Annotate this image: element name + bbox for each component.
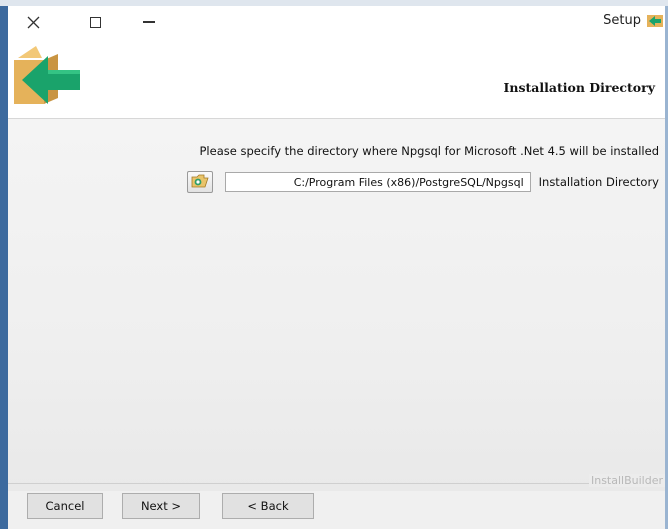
- cancel-button[interactable]: Cancel: [27, 493, 103, 519]
- minimize-icon: [143, 21, 155, 23]
- close-icon: [27, 16, 40, 29]
- setup-app-icon: [647, 13, 663, 29]
- close-button[interactable]: [10, 6, 56, 38]
- next-button[interactable]: Next >: [122, 493, 200, 519]
- folder-browse-icon: [191, 173, 209, 192]
- minimize-button[interactable]: [126, 6, 172, 38]
- content-area: Please specify the directory where Npgsq…: [8, 119, 665, 491]
- maximize-button[interactable]: [72, 6, 118, 38]
- page-title: Installation Directory: [503, 80, 655, 95]
- directory-row: Installation Directory: [186, 171, 659, 193]
- window-title: Setup: [603, 13, 641, 28]
- brand-label: InstallBuilder: [588, 474, 665, 487]
- instruction-text: Please specify the directory where Npgsq…: [199, 144, 660, 158]
- directory-label: Installation Directory: [538, 175, 659, 189]
- page-header: Installation Directory: [8, 38, 665, 119]
- installer-box-arrow-icon: [14, 44, 84, 108]
- maximize-icon: [89, 16, 101, 28]
- title-bar: Setup: [8, 6, 665, 38]
- brand-divider: [8, 483, 665, 484]
- button-bar: Cancel Next > < Back: [8, 491, 665, 529]
- browse-button[interactable]: [186, 171, 213, 193]
- directory-input[interactable]: [224, 172, 531, 192]
- back-button[interactable]: < Back: [222, 493, 314, 519]
